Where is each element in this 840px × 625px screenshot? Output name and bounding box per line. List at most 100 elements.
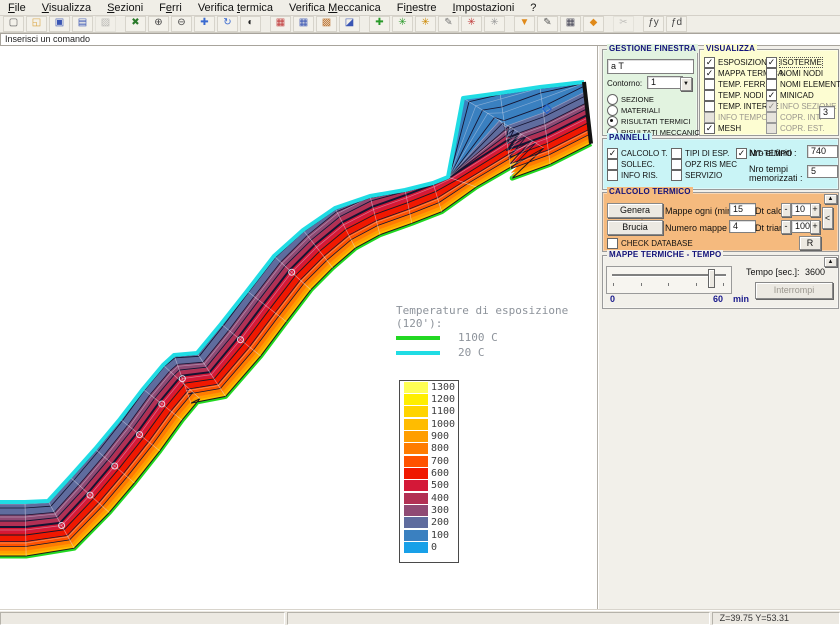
calcolo-collapse-button[interactable]: ▲	[824, 194, 837, 204]
pannelli-checkbox-tipi-di-esp[interactable]: TIPI DI ESP.	[671, 148, 737, 158]
delete-icon[interactable]: ✖	[125, 16, 146, 32]
drop-icon[interactable]: ◆	[583, 16, 604, 32]
report-icon[interactable]: ✎	[537, 16, 558, 32]
dt-calc-minus-button[interactable]: -	[781, 203, 791, 217]
visualizza-checkbox-isoterme[interactable]: ✓ISOTERME	[766, 57, 840, 67]
brucia-button[interactable]: Brucia	[607, 220, 663, 235]
menu-item-visualizza[interactable]: Visualizza	[34, 1, 99, 15]
section-table-icon[interactable]: ▦	[270, 16, 291, 32]
menu-item-[interactable]: ?	[522, 1, 544, 15]
zoom-out-icon[interactable]: ⊖	[171, 16, 192, 32]
menu-item-sezioni[interactable]: Sezioni	[99, 1, 151, 15]
nodes-add-icon[interactable]: ✚	[369, 16, 390, 32]
scale-value-label: 1200	[431, 394, 455, 405]
checkbox-icon[interactable]: ✓	[766, 90, 777, 101]
menu-item-verifica-meccanica[interactable]: Verifica Meccanica	[281, 1, 389, 15]
radio-icon[interactable]	[607, 94, 618, 105]
checkbox-icon[interactable]	[671, 148, 682, 159]
checkbox-icon[interactable]: ✓	[607, 148, 618, 159]
check-database-box[interactable]	[607, 238, 618, 249]
dt-trian-plus-button[interactable]: +	[810, 220, 820, 234]
checkbox-icon[interactable]: ✓	[736, 148, 747, 159]
pannelli-checkbox-servizio[interactable]: SERVIZIO	[671, 170, 737, 180]
checkbox-icon[interactable]: ✓	[766, 57, 777, 68]
gestione-radio-materiali[interactable]: MATERIALI	[607, 105, 702, 115]
checkbox-icon[interactable]	[704, 90, 715, 101]
interrompi-button[interactable]: Interrompi	[755, 282, 833, 299]
mappe-ogni-field[interactable]: 15	[729, 203, 756, 216]
formula-fy-icon[interactable]: ƒy	[643, 16, 664, 32]
formula-fd-icon[interactable]: ƒd	[666, 16, 687, 32]
nodes-color-icon[interactable]: ✳	[415, 16, 436, 32]
section-arrow-icon[interactable]: ◪	[339, 16, 360, 32]
pannelli-checkbox-calcolo-t[interactable]: ✓CALCOLO T.	[607, 148, 668, 158]
copr-int-field[interactable]: 3	[819, 106, 835, 119]
checkbox-icon[interactable]: ✓	[704, 123, 715, 134]
nodes-delete-icon[interactable]: ✳	[461, 16, 482, 32]
checkbox-icon[interactable]	[766, 79, 777, 90]
menu-item-finestre[interactable]: Finestre	[389, 1, 445, 15]
check-database-checkbox[interactable]: CHECK DATABASE	[607, 238, 693, 248]
pannelli-checkbox-sollec[interactable]: SOLLEC.	[607, 159, 668, 169]
checkbox-icon[interactable]: ✓	[704, 68, 715, 79]
checkbox-icon[interactable]: ✓	[704, 57, 715, 68]
dt-trian-minus-button[interactable]: -	[781, 220, 791, 234]
scale-color-swatch	[404, 493, 428, 504]
checkbox-icon[interactable]	[704, 79, 715, 90]
checkbox-icon[interactable]	[671, 159, 682, 170]
finestra-name-input[interactable]	[607, 59, 694, 74]
r-button[interactable]: R	[799, 236, 821, 250]
nodes-gen-icon[interactable]: ✳	[392, 16, 413, 32]
radio-icon[interactable]	[607, 105, 618, 116]
dt-calc-plus-button[interactable]: +	[810, 203, 820, 217]
menu-item-impostazioni[interactable]: Impostazioni	[445, 1, 523, 15]
menu-item-ferri[interactable]: Ferri	[151, 1, 190, 15]
new-file-icon[interactable]: ▢	[3, 16, 24, 32]
shade-icon[interactable]: ◐	[240, 16, 261, 32]
grid-icon[interactable]: ▦	[560, 16, 581, 32]
pannelli-checkbox-info-ris[interactable]: INFO RIS.	[607, 170, 668, 180]
section-edit-icon[interactable]: ▦	[293, 16, 314, 32]
checkbox-icon[interactable]	[607, 159, 618, 170]
mappe-collapse-button[interactable]: ▲	[824, 257, 837, 267]
scale-value-label: 300	[431, 505, 449, 516]
menu-item-verifica-termica[interactable]: Verifica termica	[190, 1, 281, 15]
gestione-radio-risultati-termici[interactable]: RISULTATI TERMICI	[607, 116, 702, 126]
scale-color-swatch	[404, 443, 428, 454]
calcolo-side-button[interactable]: <	[822, 207, 833, 229]
visualizza-checkbox-minicad[interactable]: ✓MINICAD	[766, 90, 840, 100]
gestione-radio-sezione[interactable]: SEZIONE	[607, 94, 702, 104]
funnel-icon[interactable]: ▼	[514, 16, 535, 32]
zoom-in-icon[interactable]: ⊕	[148, 16, 169, 32]
save-icon[interactable]: ▣	[49, 16, 70, 32]
numero-mappe-field[interactable]: 4	[729, 220, 756, 233]
contorno-select[interactable]: 1	[647, 76, 683, 89]
menu-item-file[interactable]: File	[0, 1, 34, 15]
visualizza-checkbox-nomi-elementi[interactable]: NOMI ELEMENTI	[766, 79, 840, 89]
app-window: FileVisualizzaSezioniFerriVerifica termi…	[0, 0, 840, 625]
save-as-icon[interactable]: ▤	[72, 16, 93, 32]
nodes-edit-icon[interactable]: ✎	[438, 16, 459, 32]
genera-mesh-button[interactable]: Genera mesh	[607, 203, 663, 218]
checkbox-icon[interactable]	[766, 68, 777, 79]
open-folder-icon[interactable]: ◱	[26, 16, 47, 32]
visualizza-checkbox-copr-est: COPR. EST.	[766, 123, 840, 133]
checkbox-icon: ✓	[766, 101, 777, 112]
drawing-canvas[interactable]: Temperature di esposizione (120'): 1100 …	[0, 46, 598, 609]
slider-thumb[interactable]	[708, 269, 715, 288]
checkbox-icon[interactable]	[704, 101, 715, 112]
pan-icon[interactable]: ✚	[194, 16, 215, 32]
nodes-off-icon[interactable]: ✳	[484, 16, 505, 32]
visualizza-checkbox-nomi-nodi[interactable]: NOMI NODI	[766, 68, 840, 78]
scale-row: 600	[400, 467, 458, 479]
refresh-icon[interactable]: ↻	[217, 16, 238, 32]
contorno-dropdown-arrow-icon[interactable]: ▼	[680, 77, 692, 91]
status-coordinates: Z=39.75 Y=53.31	[712, 612, 840, 625]
pannelli-checkbox-opz-ris-mec[interactable]: OPZ RIS MEC	[671, 159, 737, 169]
checkbox-icon[interactable]	[671, 170, 682, 181]
checkbox-icon[interactable]	[607, 170, 618, 181]
section-copy-icon[interactable]: ▩	[316, 16, 337, 32]
time-slider[interactable]	[606, 266, 732, 294]
radio-icon[interactable]	[607, 116, 618, 127]
scale-value-label: 500	[431, 480, 449, 491]
